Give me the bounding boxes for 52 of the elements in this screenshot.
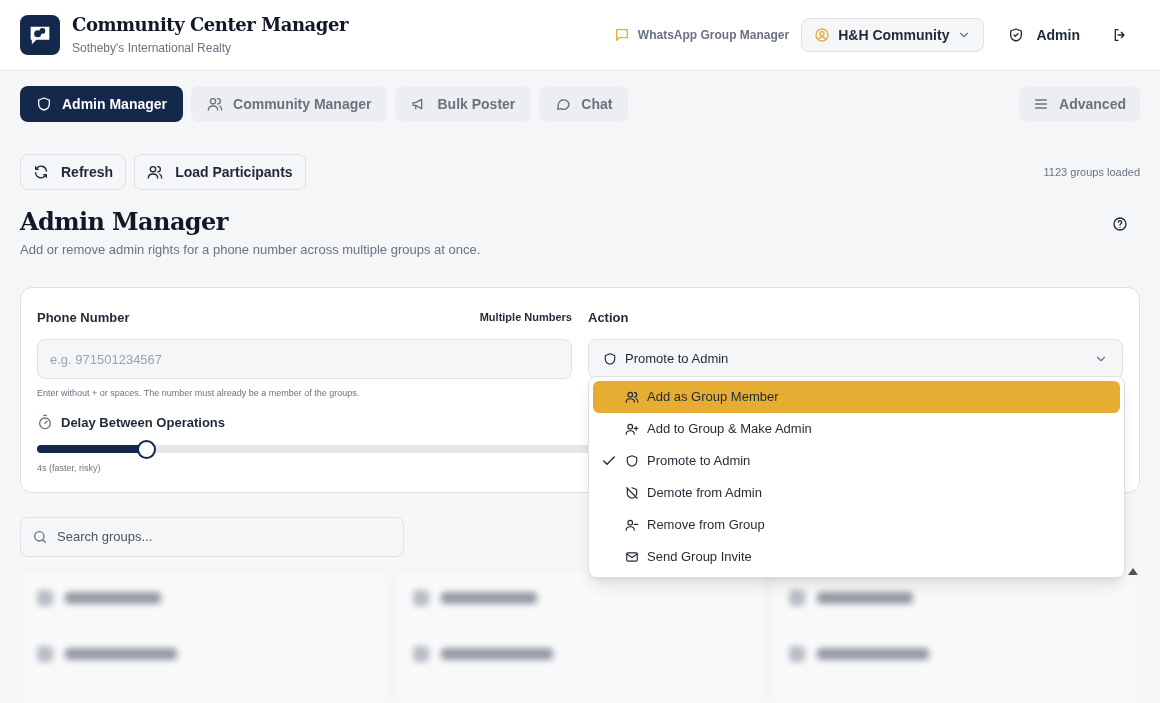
- search-field[interactable]: Search groups...: [20, 516, 404, 557]
- shield-icon: [625, 454, 639, 468]
- users-icon: [207, 96, 223, 112]
- user-circle-icon: [814, 27, 831, 43]
- message-icon: [613, 27, 630, 43]
- chat-icon: [555, 96, 572, 112]
- slider-reading: 4s (faster, risky): [37, 462, 102, 475]
- menu-item[interactable]: Send Group Invite: [593, 541, 1120, 573]
- admin-button[interactable]: Admin: [1004, 24, 1084, 46]
- shield-icon: [36, 96, 52, 112]
- app-subtitle: Sotheby's International Realty: [72, 40, 233, 57]
- field-label: Delay Between Operations: [61, 413, 225, 432]
- nav-tab[interactable]: Chat: [539, 86, 629, 122]
- toolbar-button[interactable]: Refresh: [20, 154, 127, 190]
- groups-count: 1123 groups loaded: [1043, 164, 1140, 180]
- nav-tab[interactable]: Admin Manager: [20, 86, 183, 122]
- page-title: Admin Manager: [20, 208, 230, 236]
- shield-off-icon: [625, 486, 639, 500]
- users-icon: [147, 164, 164, 180]
- search-icon: [32, 528, 48, 545]
- nav-tab[interactable]: Community Manager: [191, 86, 388, 122]
- timer-icon: [37, 414, 53, 431]
- action-select[interactable]: Promote to Admin: [588, 339, 1123, 379]
- shield-check-icon: [1008, 27, 1025, 43]
- app-label: WhatsApp Group Manager: [637, 27, 790, 44]
- menu-item[interactable]: Demote from Admin: [593, 477, 1120, 509]
- help-button[interactable]: [1112, 216, 1128, 232]
- page-description: Add or remove admin rights for a phone number across multiple groups at once.: [20, 241, 481, 259]
- user-minus-icon: [625, 518, 639, 532]
- nav-tab[interactable]: Bulk Poster: [395, 86, 532, 122]
- menu-item[interactable]: Remove from Group: [593, 509, 1120, 541]
- menu-item[interactable]: Promote to Admin: [593, 445, 1120, 477]
- multiple-numbers-link[interactable]: Multiple Numbers: [479, 309, 572, 326]
- slider-thumb[interactable]: [136, 439, 156, 459]
- phone-input[interactable]: e.g. 971501234567: [37, 339, 572, 379]
- user-plus-icon: [625, 422, 639, 436]
- menu-icon: [1033, 96, 1050, 112]
- refresh-icon: [33, 164, 49, 180]
- users-icon: [625, 390, 639, 404]
- shield-icon: [603, 352, 617, 366]
- community-selector[interactable]: H&H Community: [801, 18, 985, 52]
- menu-item[interactable]: Add as Group Member: [593, 381, 1120, 413]
- advanced-button[interactable]: Advanced: [1019, 86, 1140, 122]
- field-label: Action: [588, 308, 630, 327]
- field-label: Phone Number: [37, 308, 130, 327]
- help-icon: [1112, 216, 1128, 232]
- field-hint: Enter without + or spaces. The number must already be a member of the groups.: [37, 387, 361, 400]
- toolbar-button[interactable]: Load Participants: [134, 154, 306, 190]
- menu-item[interactable]: Add to Group & Make Admin: [593, 413, 1120, 445]
- mail-icon: [625, 550, 639, 564]
- app-title: Community Center Manager: [72, 13, 348, 37]
- app-logo: [20, 15, 60, 55]
